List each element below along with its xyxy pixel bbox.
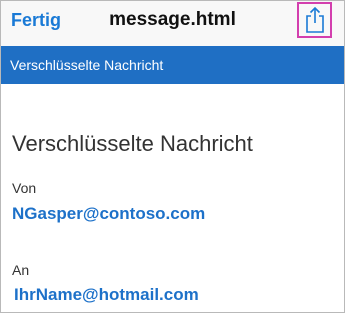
- share-button[interactable]: [297, 2, 332, 38]
- share-icon: [305, 6, 324, 33]
- navigation-bar: Fertig message.html: [1, 1, 344, 46]
- message-heading: Verschlüsselte Nachricht: [12, 131, 253, 156]
- from-address-link[interactable]: NGasper@contoso.com: [12, 204, 205, 224]
- banner-text: Verschlüsselte Nachricht: [10, 57, 164, 73]
- to-label: An: [12, 262, 30, 278]
- message-content: Verschlüsselte Nachricht Von NGasper@con…: [1, 84, 344, 310]
- to-address-link[interactable]: IhrName@hotmail.com: [14, 285, 199, 305]
- encryption-banner: Verschlüsselte Nachricht: [1, 46, 344, 84]
- page-title: message.html: [109, 9, 236, 30]
- from-label: Von: [12, 180, 37, 196]
- screen: Fertig message.html Verschlüsselte Nachr…: [0, 0, 345, 313]
